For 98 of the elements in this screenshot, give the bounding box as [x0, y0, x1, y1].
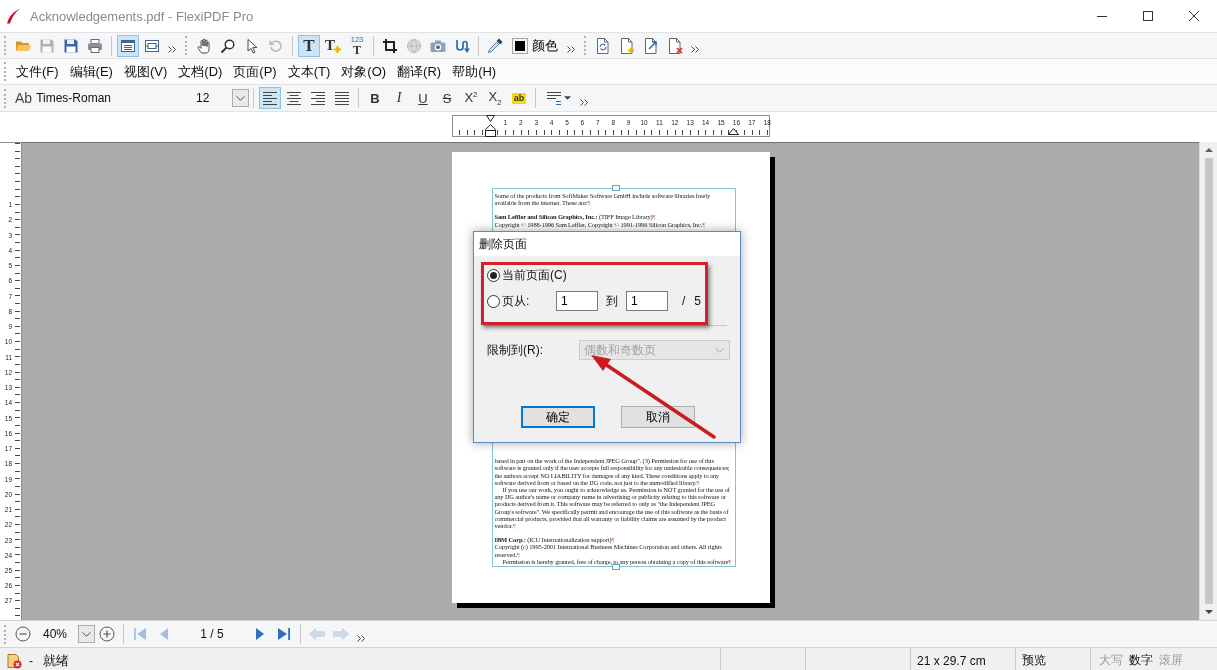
- radio-label[interactable]: 当前页面(C): [502, 266, 567, 284]
- superscript-button[interactable]: X$^{2}$: [460, 87, 482, 109]
- dialog-title: 删除页面: [479, 235, 527, 253]
- overflow-chevron-icon[interactable]: [580, 98, 588, 106]
- dialog-button[interactable]: 确定: [521, 406, 595, 428]
- page-delete-icon: [667, 37, 683, 54]
- vertical-scrollbar[interactable]: [1199, 142, 1217, 620]
- font-field[interactable]: Ab Times-Roman: [11, 90, 169, 106]
- u-turn-arrow-icon: [454, 37, 470, 54]
- italic-button[interactable]: I: [388, 87, 410, 109]
- page-total-text: 5: [694, 294, 702, 308]
- page-refresh-icon: [595, 37, 611, 54]
- view-mode-text: 预览: [1022, 652, 1046, 669]
- left-indent-handle[interactable]: [485, 124, 496, 137]
- menu-item[interactable]: 文本(T): [282, 62, 336, 81]
- zoom-in-button[interactable]: [96, 623, 118, 645]
- frame-handle[interactable]: [611, 564, 620, 570]
- scroll-down-icon[interactable]: [1204, 610, 1213, 614]
- hand-icon: [196, 37, 212, 54]
- magnifier-icon: [220, 37, 236, 54]
- eyedropper-icon: [487, 37, 503, 54]
- range-label: 到: [606, 292, 618, 310]
- color-swatch-icon: [512, 37, 528, 54]
- minimize-icon: [1097, 15, 1107, 17]
- page-edit-icon: [643, 37, 659, 54]
- scrollbar-thumb[interactable]: [1204, 158, 1213, 604]
- crop-icon: [382, 37, 398, 54]
- highlight-button[interactable]: ab: [508, 87, 530, 109]
- page-to-field[interactable]: 1: [626, 291, 668, 311]
- overflow-chevron-icon[interactable]: [691, 46, 699, 53]
- paper-size-text: 21 x 29.7 cm: [917, 653, 986, 668]
- menu-item[interactable]: 视图(V): [118, 62, 173, 81]
- slash-text: /: [682, 294, 686, 308]
- page-from-field[interactable]: 1: [556, 291, 598, 311]
- pointer-arrow-icon: [244, 37, 260, 54]
- overflow-chevron-icon[interactable]: [357, 634, 365, 642]
- window-title: Acknowledgements.pdf - FlexiPDF Pro: [30, 8, 254, 24]
- menu-item[interactable]: 对象(O): [336, 62, 392, 81]
- page-view-icon: [120, 37, 136, 54]
- strikethrough-button[interactable]: S: [436, 87, 458, 109]
- paragraph-lines-icon: [545, 90, 562, 106]
- overflow-chevron-icon[interactable]: [567, 46, 575, 53]
- align-left-button[interactable]: [259, 87, 281, 109]
- key-indicator: 大写: [1099, 652, 1123, 669]
- printer-icon: [87, 37, 103, 54]
- close-icon: [1189, 11, 1199, 21]
- zoom-out-button[interactable]: [12, 623, 34, 645]
- align-left-icon: [262, 90, 278, 106]
- circular-arrow-icon: [268, 37, 284, 54]
- page-layout-icon: [144, 37, 160, 54]
- caret-down-icon: [82, 631, 91, 637]
- radio-button[interactable]: [487, 294, 500, 308]
- page-add-icon: [619, 37, 635, 54]
- skip-to-start-icon: [132, 626, 148, 642]
- menu-item[interactable]: 翻译(R): [392, 62, 447, 81]
- back-arrow-icon: [309, 626, 325, 642]
- status-dash: -: [29, 653, 33, 668]
- radio-button[interactable]: [487, 268, 500, 282]
- right-indent-handle[interactable]: [728, 128, 739, 135]
- justify-icon: [334, 90, 350, 106]
- bold-button[interactable]: B: [364, 87, 386, 109]
- menu-item[interactable]: 文档(D): [173, 62, 228, 81]
- globe-icon: [406, 37, 422, 54]
- subscript-button[interactable]: X$_{2}$: [484, 87, 506, 109]
- caret-down-icon: [236, 95, 245, 101]
- add-text-button[interactable]: T: [322, 34, 344, 57]
- key-indicator: 数字: [1129, 652, 1153, 669]
- menu-item[interactable]: 编辑(E): [64, 62, 118, 81]
- menu-item[interactable]: 文件(F): [11, 62, 64, 81]
- menu-item[interactable]: 帮助(H): [447, 62, 502, 81]
- color-button[interactable]: 颜色: [508, 34, 562, 57]
- document-error-icon: [6, 652, 22, 669]
- overflow-chevron-icon[interactable]: [168, 46, 176, 53]
- app-logo-icon: [5, 8, 21, 24]
- caret-down-icon: [563, 96, 571, 100]
- text-tool-button[interactable]: T: [298, 34, 320, 57]
- zoom-field[interactable]: 40%: [35, 627, 75, 641]
- align-center-icon: [286, 90, 302, 106]
- status-text: 就绪: [43, 651, 69, 670]
- plus-icon: [334, 45, 341, 53]
- font-size-field[interactable]: 12: [169, 91, 229, 105]
- dialog-button[interactable]: 取消: [621, 406, 695, 428]
- caret-down-icon: [715, 347, 724, 353]
- key-indicator: 滚屏: [1159, 652, 1183, 669]
- zoom-out-icon: [15, 626, 31, 642]
- maximize-icon: [1143, 11, 1153, 21]
- page-number-field[interactable]: 1 / 5: [176, 627, 248, 641]
- zoom-in-icon: [99, 626, 115, 642]
- radio-label[interactable]: 页从:: [502, 292, 556, 310]
- scroll-up-icon[interactable]: [1204, 148, 1213, 152]
- align-right-icon: [310, 90, 326, 106]
- forward-arrow-icon: [333, 626, 349, 642]
- first-line-indent-handle[interactable]: [486, 115, 495, 122]
- frame-handle[interactable]: [611, 185, 620, 191]
- menu-item[interactable]: 页面(P): [228, 62, 282, 81]
- skip-to-end-icon: [276, 626, 292, 642]
- underline-button[interactable]: U: [412, 87, 434, 109]
- limit-label: 限制到(R):: [487, 341, 544, 359]
